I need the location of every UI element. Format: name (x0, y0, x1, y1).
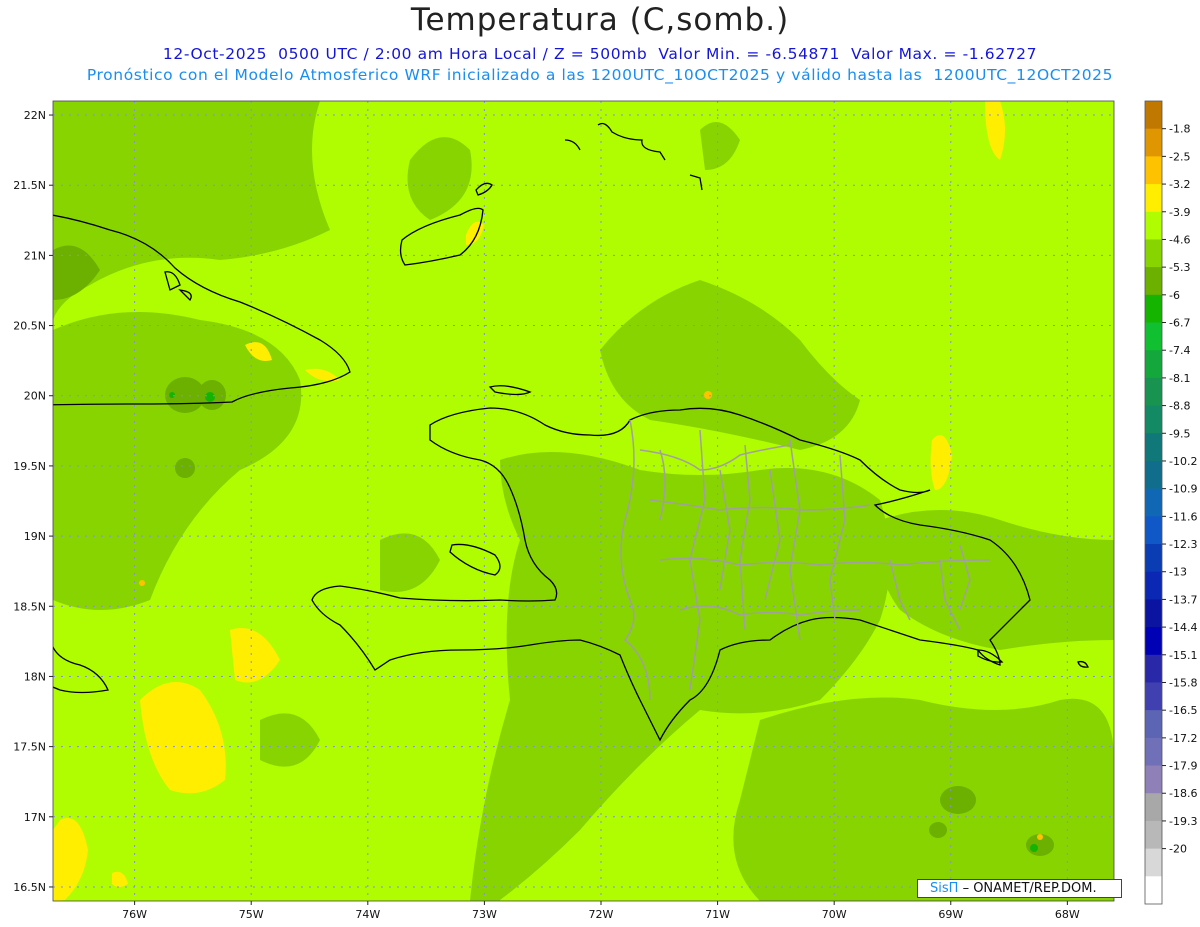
colorbar-label: -7.4 (1169, 344, 1190, 357)
colorbar-swatch (1145, 848, 1162, 877)
colorbar-label: -9.5 (1169, 427, 1190, 440)
lat-label: 21.5N (13, 179, 46, 192)
colorbar-label: -19.3 (1169, 815, 1197, 828)
lat-label: 21N (24, 249, 46, 262)
colorbar-label: -5.3 (1169, 261, 1190, 274)
colorbar-swatch (1145, 460, 1162, 490)
colorbar-label: -18.6 (1169, 787, 1197, 800)
colorbar: -1.8 -2.5 -3.2 -3.9 -4.6 -5.3 -6 -6.7 -7.4 -8.1 -8… (1144, 100, 1197, 905)
lon-label: 68W (1055, 908, 1080, 921)
lat-label: 18.5N (13, 600, 46, 613)
lat-label: 18N (24, 670, 46, 683)
colorbar-swatch (1145, 156, 1162, 185)
colorbar-swatch (1145, 184, 1162, 213)
lon-label: 69W (938, 908, 963, 921)
credit-text: – ONAMET/REP.DOM. (962, 881, 1097, 896)
colorbar-label: -2.5 (1169, 150, 1190, 163)
colorbar-label: -4.6 (1169, 233, 1190, 246)
colorbar-swatch (1145, 211, 1162, 240)
colorbar-swatch (1145, 765, 1162, 794)
colorbar-swatch (1145, 682, 1162, 711)
colorbar-label: -16.5 (1169, 704, 1197, 717)
colorbar-swatch (1145, 267, 1162, 296)
colorbar-label: -10.2 (1169, 455, 1197, 468)
colorbar-label: -14.4 (1169, 621, 1197, 634)
colorbar-swatch (1145, 350, 1162, 379)
colorbar-swatch (1145, 737, 1162, 767)
colorbar-label: -12.3 (1169, 538, 1197, 551)
colorbar-swatch (1145, 516, 1162, 545)
lat-label: 20.5N (13, 320, 46, 333)
temperature-field (53, 101, 1114, 901)
colorbar-swatch (1145, 128, 1162, 157)
colorbar-swatch (1145, 294, 1162, 324)
colorbar-swatch (1145, 322, 1162, 351)
colorbar-swatch (1145, 793, 1162, 822)
lat-label: 17.5N (13, 741, 46, 754)
colorbar-swatch (1145, 488, 1162, 517)
lat-label: 19N (24, 530, 46, 543)
colorbar-label: -6.7 (1169, 317, 1190, 330)
colorbar-label: -15.8 (1169, 676, 1197, 689)
colorbar-swatch (1145, 599, 1162, 628)
lon-label: 75W (239, 908, 264, 921)
colorbar-swatch (1145, 654, 1162, 683)
lat-label: 20N (24, 390, 46, 403)
colorbar-swatch (1145, 710, 1162, 739)
colorbar-label: -3.9 (1169, 206, 1190, 219)
lon-label: 70W (822, 908, 847, 921)
colorbar-label: -8.8 (1169, 400, 1190, 413)
colorbar-label: -20 (1169, 843, 1187, 856)
colorbar-swatch (1145, 876, 1162, 905)
colorbar-swatch (1145, 405, 1162, 434)
longitude-labels: 76W 75W 74W 73W 72W 71W 70W 69W 68W (122, 901, 1080, 921)
colorbar-swatch (1145, 377, 1162, 407)
colorbar-label: -15.1 (1169, 649, 1197, 662)
colorbar-swatch (1145, 433, 1162, 462)
colorbar-swatch (1145, 239, 1162, 268)
colorbar-label: -13 (1169, 566, 1187, 579)
lat-label: 17N (24, 811, 46, 824)
colorbar-label: -17.2 (1169, 732, 1197, 745)
credit-box: SisΠ – ONAMET/REP.DOM. (917, 879, 1122, 898)
colorbar-swatch (1145, 544, 1162, 573)
lon-label: 72W (589, 908, 614, 921)
colorbar-label: -17.9 (1169, 760, 1197, 773)
colorbar-label: -13.7 (1169, 593, 1197, 606)
colorbar-label: -11.6 (1169, 510, 1197, 523)
lat-label: 16.5N (13, 881, 46, 894)
lon-label: 71W (705, 908, 730, 921)
colorbar-swatch (1145, 820, 1162, 850)
colorbar-label: -6 (1169, 289, 1180, 302)
colorbar-swatch (1145, 627, 1162, 656)
colorbar-label: -1.8 (1169, 123, 1190, 136)
lat-label: 19.5N (13, 460, 46, 473)
colorbar-swatch (1145, 101, 1162, 130)
latitude-labels: 22N 21.5N 21N 20.5N 20N 19.5N 19N 18.5N 18N 17.5N… (13, 109, 53, 894)
lon-label: 74W (355, 908, 380, 921)
sispi-logo-text: SisΠ (930, 881, 959, 896)
lon-label: 73W (472, 908, 497, 921)
colorbar-swatch (1145, 571, 1162, 600)
lon-label: 76W (122, 908, 147, 921)
colorbar-label: -3.2 (1169, 178, 1190, 191)
colorbar-label: -10.9 (1169, 483, 1197, 496)
map-canvas: 22N 21.5N 21N 20.5N 20N 19.5N 19N 18.5N 18N 17.5N… (13, 100, 1197, 921)
lat-label: 22N (24, 109, 46, 122)
colorbar-label: -8.1 (1169, 372, 1190, 385)
